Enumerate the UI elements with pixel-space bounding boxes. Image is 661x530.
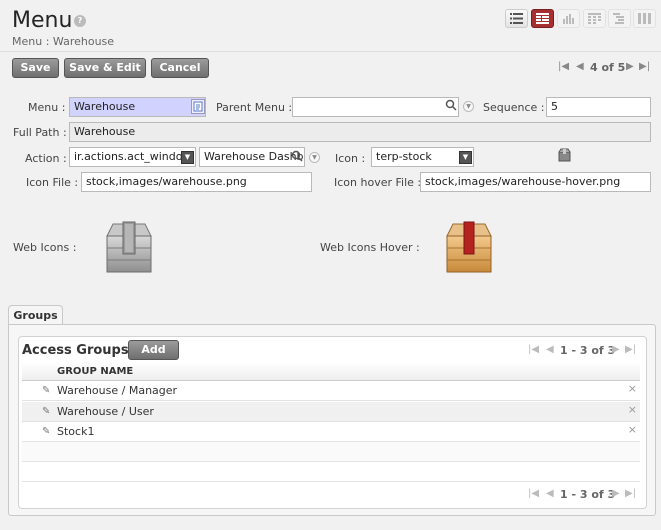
pager-next-icon[interactable]: ▶: [626, 61, 634, 72]
grid-pager-prev-icon[interactable]: ◀: [546, 488, 554, 499]
breadcrumb: Menu : Warehouse: [12, 35, 115, 48]
icon-hover-file-label: Icon hover File :: [334, 176, 422, 189]
calendar-view-button[interactable]: [583, 9, 606, 28]
chevron-down-icon[interactable]: ▼: [309, 152, 320, 163]
empty-row: [22, 462, 640, 482]
form-view-button[interactable]: [531, 9, 554, 28]
menu-label: Menu :: [28, 101, 66, 114]
web-icons-hover-label: Web Icons Hover :: [320, 241, 420, 254]
graph-view-button[interactable]: [557, 9, 580, 28]
warehouse-hover-web-icon: [443, 218, 495, 277]
icon-hover-file-input[interactable]: stock,images/warehouse-hover.png: [420, 172, 651, 192]
grid-pager: 1 - 3 of 3: [560, 344, 616, 357]
icon-file-label: Icon File :: [26, 176, 79, 189]
empty-row: [22, 442, 640, 462]
graph-view-icon: [563, 14, 574, 24]
column-header-label: GROUP NAME: [57, 366, 134, 377]
group-name-column-header[interactable]: GROUP NAME: [22, 363, 640, 381]
chevron-down-icon[interactable]: ▼: [463, 101, 474, 112]
action-label: Action :: [25, 152, 67, 165]
grid-pager-last-icon[interactable]: ▶|: [625, 344, 636, 355]
header-divider: [0, 51, 661, 52]
delete-icon[interactable]: ×: [628, 403, 637, 416]
chevron-down-icon[interactable]: ▼: [181, 151, 194, 164]
calendar-view-icon: [588, 13, 601, 24]
save-edit-button[interactable]: Save & Edit: [64, 58, 146, 78]
menu-name-input[interactable]: Warehouse: [69, 97, 206, 117]
list-view-icon: [510, 13, 523, 24]
grid-pager-next-icon[interactable]: ▶: [612, 488, 620, 499]
translate-icon[interactable]: [191, 99, 205, 114]
grid-pager-prev-icon[interactable]: ◀: [546, 344, 554, 355]
table-row[interactable]: ✎ Warehouse / User ×: [22, 402, 640, 422]
save-button[interactable]: Save: [12, 58, 59, 78]
stock-icon: [557, 148, 572, 166]
form-view-icon: [536, 13, 549, 24]
tab-groups[interactable]: Groups: [8, 305, 63, 325]
sequence-input[interactable]: 5: [546, 97, 651, 117]
group-name-cell: Warehouse / Manager: [57, 384, 178, 397]
group-name-cell: Stock1: [57, 425, 95, 438]
full-path-value: Warehouse: [69, 122, 651, 142]
web-icons-label: Web Icons :: [13, 241, 77, 254]
pager-first-icon[interactable]: |◀: [558, 61, 569, 72]
grid-pager-last-icon[interactable]: ▶|: [625, 488, 636, 499]
access-groups-title: Access Groups: [22, 343, 129, 358]
warehouse-web-icon: [103, 218, 155, 277]
pencil-icon[interactable]: ✎: [42, 406, 50, 417]
delete-icon[interactable]: ×: [628, 382, 637, 395]
kanban-view-button[interactable]: [633, 9, 656, 28]
pager-prev-icon[interactable]: ◀: [576, 61, 584, 72]
chevron-down-icon[interactable]: ▼: [459, 151, 472, 164]
grid-pager-first-icon[interactable]: |◀: [528, 488, 539, 499]
delete-icon[interactable]: ×: [628, 423, 637, 436]
kanban-view-icon: [638, 13, 651, 24]
table-row[interactable]: ✎ Stock1 ×: [22, 422, 640, 442]
add-group-button[interactable]: Add: [128, 340, 179, 360]
gantt-view-button[interactable]: [608, 9, 631, 28]
action-input[interactable]: Warehouse Dashb: [199, 147, 305, 167]
gantt-view-icon: [613, 13, 624, 24]
cancel-button[interactable]: Cancel: [151, 58, 209, 78]
page-title: Menu: [12, 8, 73, 33]
grid-pager-next-icon[interactable]: ▶: [612, 344, 620, 355]
full-path-label: Full Path :: [13, 126, 67, 139]
pager-last-icon[interactable]: ▶|: [639, 61, 650, 72]
group-name-cell: Warehouse / User: [57, 405, 154, 418]
action-type-select[interactable]: ir.actions.act_window: [69, 147, 196, 167]
icon-file-input[interactable]: stock,images/warehouse.png: [81, 172, 312, 192]
table-row[interactable]: ✎ Warehouse / Manager ×: [22, 381, 640, 401]
record-pager: 4 of 5: [590, 61, 626, 74]
grid-pager-bottom: 1 - 3 of 3: [560, 488, 616, 501]
search-icon[interactable]: [291, 150, 303, 165]
pencil-icon[interactable]: ✎: [42, 426, 50, 437]
list-view-button[interactable]: [505, 9, 528, 28]
help-icon[interactable]: ?: [74, 15, 86, 27]
parent-menu-label: Parent Menu :: [216, 101, 293, 114]
pencil-icon[interactable]: ✎: [42, 385, 50, 396]
parent-menu-input[interactable]: [292, 97, 459, 117]
sequence-label: Sequence :: [483, 101, 545, 114]
grid-pager-first-icon[interactable]: |◀: [528, 344, 539, 355]
icon-label: Icon :: [335, 152, 366, 165]
search-icon[interactable]: [445, 99, 457, 114]
